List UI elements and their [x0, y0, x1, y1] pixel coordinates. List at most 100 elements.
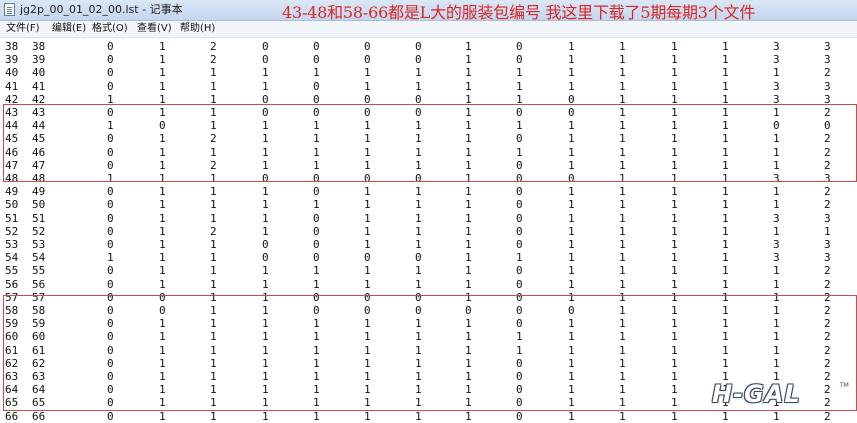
line-value: 1 — [568, 277, 575, 291]
menu-bar: 文件(F) 编辑(E) 格式(O) 查看(V) 帮助(H) — [0, 21, 857, 38]
line-value: 1 — [671, 40, 678, 53]
line-value: 0 — [313, 211, 320, 225]
line-value: 1 — [210, 66, 217, 80]
line-value: 0 — [107, 277, 114, 291]
line-value: 0 — [262, 238, 269, 251]
line-value: 41 — [32, 79, 46, 93]
line-value: 1 — [722, 211, 729, 225]
line-value: 1 — [210, 198, 217, 212]
line-value: 1 — [465, 198, 472, 212]
line-value: 0 — [313, 79, 320, 93]
line-value: 1 — [313, 264, 320, 278]
line-value: 1 — [568, 251, 575, 265]
text-line: 56 56 0 1 1 1 1 1 1 1 0 1 1 1 1 1 2 — [0, 278, 857, 291]
line-id: 39 — [5, 53, 19, 67]
menu-format[interactable]: 格式(O) — [92, 22, 128, 36]
line-value: 1 — [313, 409, 320, 423]
highlight-box-43-48 — [3, 104, 857, 182]
line-value: 1 — [568, 66, 575, 80]
line-value: 1 — [210, 238, 217, 251]
line-value: 1 — [773, 409, 780, 423]
line-value: 1 — [516, 66, 523, 80]
line-value: 1 — [619, 264, 626, 278]
line-value: 1 — [568, 409, 575, 423]
line-value: 51 — [32, 211, 46, 225]
line-value: 0 — [107, 238, 114, 251]
line-value: 0 — [516, 211, 523, 225]
line-value: 1 — [516, 79, 523, 93]
line-value: 1 — [159, 185, 166, 199]
text-line: 52 52 0 1 2 1 0 1 1 1 0 1 1 1 1 1 1 — [0, 225, 857, 238]
line-value: 1 — [415, 409, 422, 423]
line-value: 1 — [210, 251, 217, 265]
menu-edit[interactable]: 编辑(E) — [52, 22, 86, 36]
line-value: 1 — [415, 238, 422, 251]
line-value: 1 — [516, 251, 523, 265]
line-value: 1 — [262, 409, 269, 423]
line-value: 39 — [32, 53, 46, 67]
line-value: 1 — [465, 66, 472, 80]
line-id: 40 — [5, 66, 19, 80]
line-value: 0 — [107, 79, 114, 93]
line-value: 0 — [107, 264, 114, 278]
line-id: 53 — [5, 238, 19, 251]
line-value: 0 — [364, 251, 371, 265]
line-value: 0 — [313, 238, 320, 251]
text-line: 54 54 1 1 1 0 0 0 0 1 1 1 1 1 1 3 3 — [0, 251, 857, 264]
line-value: 3 — [824, 40, 831, 53]
line-value: 66 — [32, 409, 46, 423]
line-value: 1 — [722, 238, 729, 251]
line-value: 1 — [210, 409, 217, 423]
line-value: 52 — [32, 224, 46, 238]
line-value: 49 — [32, 185, 46, 199]
line-value: 1 — [262, 198, 269, 212]
watermark-text: H-GAL — [712, 380, 801, 408]
line-value: 2 — [210, 40, 217, 53]
line-value: 1 — [671, 198, 678, 212]
line-value: 0 — [107, 211, 114, 225]
line-value: 1 — [722, 277, 729, 291]
line-value: 1 — [568, 53, 575, 67]
line-value: 1 — [465, 40, 472, 53]
line-value: 0 — [107, 409, 114, 423]
line-value: 0 — [516, 277, 523, 291]
line-value: 1 — [773, 277, 780, 291]
text-line: 38 38 0 1 2 0 0 0 0 1 0 1 1 1 1 3 3 — [0, 40, 857, 53]
line-value: 1 — [262, 79, 269, 93]
line-value: 1 — [465, 53, 472, 67]
line-value: 2 — [824, 185, 831, 199]
line-value: 1 — [364, 198, 371, 212]
line-value: 1 — [619, 277, 626, 291]
menu-help[interactable]: 帮助(H) — [180, 22, 215, 36]
line-value: 1 — [159, 251, 166, 265]
text-line: 51 51 0 1 1 1 0 1 1 1 0 1 1 1 1 3 3 — [0, 212, 857, 225]
line-value: 1 — [619, 53, 626, 67]
watermark-tm: TM — [840, 382, 849, 389]
line-value: 3 — [824, 53, 831, 67]
menu-file[interactable]: 文件(F) — [6, 22, 40, 36]
line-id: 54 — [5, 251, 19, 265]
line-value: 0 — [313, 185, 320, 199]
line-value: 1 — [619, 211, 626, 225]
line-value: 0 — [262, 251, 269, 265]
line-value: 1 — [619, 40, 626, 53]
line-value: 1 — [568, 185, 575, 199]
line-value: 1 — [619, 224, 626, 238]
line-value: 3 — [773, 211, 780, 225]
line-value: 0 — [516, 53, 523, 67]
line-value: 1 — [671, 277, 678, 291]
line-value: 1 — [568, 198, 575, 212]
line-value: 1 — [465, 211, 472, 225]
line-value: 1 — [722, 224, 729, 238]
line-value: 0 — [313, 40, 320, 53]
line-value: 0 — [313, 224, 320, 238]
line-value: 1 — [671, 264, 678, 278]
line-value: 1 — [210, 264, 217, 278]
line-value: 1 — [159, 79, 166, 93]
line-value: 1 — [465, 251, 472, 265]
line-value: 0 — [107, 224, 114, 238]
line-value: 3 — [773, 238, 780, 251]
line-value: 1 — [465, 185, 472, 199]
menu-view[interactable]: 查看(V) — [137, 22, 172, 36]
line-value: 0 — [313, 53, 320, 67]
